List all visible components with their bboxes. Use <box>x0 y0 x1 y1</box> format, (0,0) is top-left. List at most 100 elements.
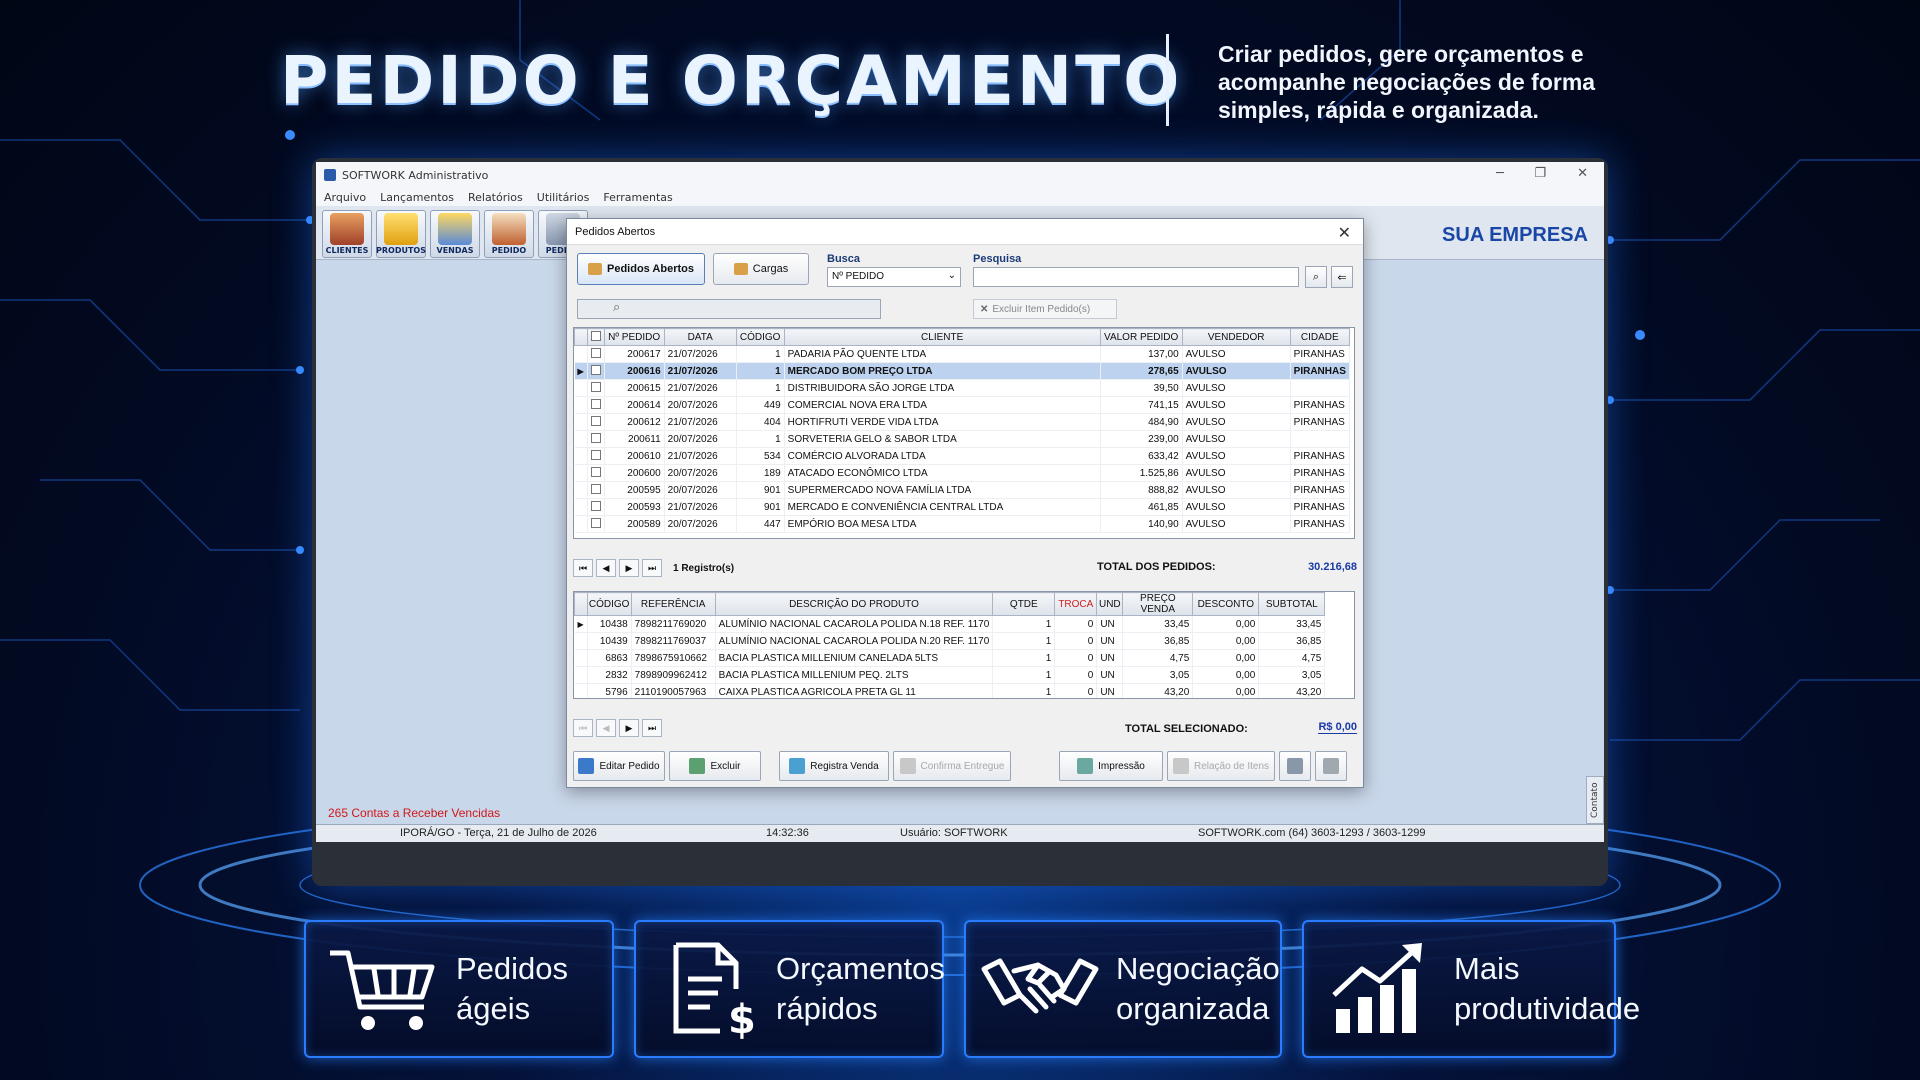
row-indicator <box>574 481 588 499</box>
table-row[interactable]: 6863 7898675910662 BACIA PLASTICA MILLENIU… <box>574 649 1326 667</box>
toolbar-clientes-button[interactable]: CLIENTES <box>322 210 372 258</box>
row-checkbox[interactable] <box>590 517 601 528</box>
table-row[interactable]: 200595 20/07/2026 901 SUPERMERCADO NOVA FAM… <box>574 481 1350 499</box>
table-row[interactable]: 200600 20/07/2026 189 ATACADO ECONÔMICO LTD… <box>574 464 1350 482</box>
registra-venda-button[interactable]: Registra Venda <box>779 751 889 781</box>
items-grid: CÓDIGO REFERÊNCIA DESCRIÇÃO DO PRODUTO Q… <box>573 591 1355 699</box>
col-numero-pedido[interactable]: Nº PEDIDO <box>603 328 665 346</box>
row-checkbox[interactable] <box>590 449 601 460</box>
overdue-alert[interactable]: 265 Contas a Receber Vencidas <box>328 806 500 820</box>
items-last-icon[interactable]: ⏭ <box>642 719 662 737</box>
row-checkbox[interactable] <box>590 364 601 375</box>
filter-input[interactable] <box>577 299 881 319</box>
row-checkbox[interactable] <box>590 466 601 477</box>
table-row[interactable]: 200617 21/07/2026 1 PADARIA PÃO QUENTE LTDA… <box>574 345 1350 363</box>
row-checkbox[interactable] <box>590 483 601 494</box>
minimize-icon[interactable]: ─ <box>1496 166 1504 181</box>
select-all-checkbox[interactable] <box>590 330 601 341</box>
table-row[interactable]: 200614 20/07/2026 449 COMERCIAL NOVA ERA LT… <box>574 396 1350 414</box>
total-selecionado-value-box: R$ 0,00 <box>1318 721 1357 734</box>
col-valor-pedido[interactable]: VALOR PEDIDO <box>1099 328 1183 346</box>
notes-button[interactable] <box>1279 751 1311 781</box>
table-row[interactable]: 10439 7898211769037 ALUMÍNIO NACIONAL CACA… <box>574 632 1326 650</box>
col-codigo[interactable]: CÓDIGO <box>735 328 785 346</box>
table-row[interactable]: 200593 21/07/2026 901 MERCADO E CONVENIÊNCI… <box>574 498 1350 516</box>
col-cliente[interactable]: CLIENTE <box>783 328 1101 346</box>
menu-lancamentos[interactable]: Lançamentos <box>380 191 454 204</box>
edit-icon <box>578 758 595 774</box>
menu-ferramentas[interactable]: Ferramentas <box>603 191 672 204</box>
status-contact: SOFTWORK.com (64) 3603-1293 / 3603-1299 <box>1198 827 1426 839</box>
menu-relatorios[interactable]: Relatórios <box>468 191 523 204</box>
excluir-item-button[interactable]: ✕ Excluir Item Pedido(s) <box>973 299 1117 319</box>
search-doc-button[interactable]: ⌕ <box>1305 266 1327 288</box>
items-next-icon[interactable]: ▶ <box>619 719 639 737</box>
pesquisa-input[interactable] <box>973 267 1299 287</box>
col-troca[interactable]: TROCA <box>1054 592 1098 616</box>
tab-cargas[interactable]: Cargas <box>713 253 809 285</box>
next-record-icon[interactable]: ▶ <box>619 559 639 577</box>
table-row[interactable]: ▶ 10438 7898211769020 ALUMÍNIO NACIONAL CAC… <box>574 615 1326 633</box>
col-qtde[interactable]: QTDE <box>992 592 1056 616</box>
clear-search-button[interactable]: ⇐ <box>1331 266 1353 288</box>
table-row[interactable]: 200610 21/07/2026 534 COMÉRCIO ALVORADA LTD… <box>574 447 1350 465</box>
items-first-icon[interactable]: ⏮ <box>573 719 593 737</box>
prev-record-icon[interactable]: ◀ <box>596 559 616 577</box>
col-preco-venda[interactable]: PREÇO VENDA <box>1122 592 1194 616</box>
col-cidade[interactable]: CIDADE <box>1289 328 1350 346</box>
last-record-icon[interactable]: ⏭ <box>642 559 662 577</box>
toolbar-produtos-button[interactable]: PRODUTOS <box>376 210 426 258</box>
cell-item-codigo: 6863 <box>587 649 632 667</box>
impressao-button[interactable]: Impressão <box>1059 751 1163 781</box>
col-vendedor[interactable]: VENDEDOR <box>1181 328 1291 346</box>
col-subtotal[interactable]: SUBTOTAL <box>1258 592 1326 616</box>
row-checkbox[interactable] <box>590 347 601 358</box>
confirma-entregue-button[interactable]: Confirma Entregue <box>893 751 1011 781</box>
col-desconto[interactable]: DESCONTO <box>1192 592 1260 616</box>
toolbar-pedido-button[interactable]: PEDIDO <box>484 210 534 258</box>
table-row[interactable]: 200615 21/07/2026 1 DISTRIBUIDORA SÃO JORGE… <box>574 379 1350 397</box>
editar-pedido-button[interactable]: Editar Pedido <box>573 751 665 781</box>
row-checkbox[interactable] <box>590 381 601 392</box>
row-checkbox[interactable] <box>590 415 601 426</box>
table-row[interactable]: 2832 7898909962412 BACIA PLASTICA MILLENIU… <box>574 666 1326 684</box>
first-record-icon[interactable]: ⏮ <box>573 559 593 577</box>
feature-card-pedidos: Pedidos ágeis <box>304 920 614 1058</box>
export-button[interactable] <box>1315 751 1347 781</box>
relacao-itens-button[interactable]: Relação de Itens <box>1167 751 1275 781</box>
cell-data: 20/07/2026 <box>664 464 737 482</box>
restore-icon[interactable]: ❐ <box>1534 166 1546 181</box>
row-checkbox[interactable] <box>590 432 601 443</box>
row-checkbox[interactable] <box>590 398 601 409</box>
col-und[interactable]: UND <box>1096 592 1124 616</box>
excluir-button[interactable]: Excluir <box>669 751 761 781</box>
table-row[interactable]: 200612 21/07/2026 404 HORTIFRUTI VERDE VIDA… <box>574 413 1350 431</box>
cell-valor: 137,00 <box>1100 345 1183 363</box>
col-data[interactable]: DATA <box>663 328 737 346</box>
busca-select[interactable]: Nº PEDIDO ⌄ <box>827 267 961 287</box>
col-item-codigo[interactable]: CÓDIGO <box>586 592 632 616</box>
menu-utilitarios[interactable]: Utilitários <box>537 191 590 204</box>
notes-icon <box>1287 758 1303 774</box>
chevron-down-icon: ⌄ <box>947 270 956 281</box>
dialog-close-icon[interactable]: ✕ <box>1338 223 1351 243</box>
col-descricao[interactable]: DESCRIÇÃO DO PRODUTO <box>714 592 994 616</box>
col-referencia[interactable]: REFERÊNCIA <box>630 592 716 616</box>
table-row[interactable]: 200611 20/07/2026 1 SORVETERIA GELO & SABOR… <box>574 430 1350 448</box>
toolbar-vendas-button[interactable]: VENDAS <box>430 210 480 258</box>
items-header-row: CÓDIGO REFERÊNCIA DESCRIÇÃO DO PRODUTO Q… <box>574 592 1326 616</box>
table-row[interactable]: ▶ 200616 21/07/2026 1 MERCADO BOM PREÇO LTDA… <box>574 362 1350 380</box>
order-icon <box>492 213 526 245</box>
table-row[interactable]: 5796 2110190057963 CAIXA PLASTICA AGRICOLA… <box>574 683 1326 698</box>
contato-tab[interactable]: Contato <box>1586 776 1604 824</box>
cell-descricao: ALUMÍNIO NACIONAL CACAROLA POLIDA N.18 R… <box>715 615 994 633</box>
close-window-icon[interactable]: ✕ <box>1577 166 1588 181</box>
items-prev-icon[interactable]: ◀ <box>596 719 616 737</box>
cell-desconto: 0,00 <box>1192 649 1260 667</box>
cell-und: UN <box>1096 632 1124 650</box>
tab-pedidos-abertos[interactable]: Pedidos Abertos <box>577 253 705 285</box>
cell-codigo: 901 <box>736 498 785 516</box>
table-row[interactable]: 200589 20/07/2026 447 EMPÓRIO BOA MESA LTDA… <box>574 515 1350 533</box>
menu-arquivo[interactable]: Arquivo <box>324 191 366 204</box>
row-checkbox[interactable] <box>590 500 601 511</box>
